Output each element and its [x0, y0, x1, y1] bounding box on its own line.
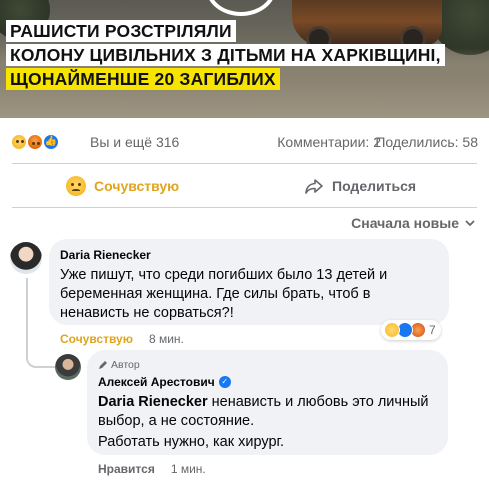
share-arrow-icon	[305, 179, 323, 194]
badge-label: Автор	[111, 359, 140, 371]
reply-like-link[interactable]: Нравится	[98, 462, 155, 476]
headline-line-2: КОЛОНУ ЦИВІЛЬНИХ З ДІТЬМИ НА ХАРКІВЩИНІ,	[6, 44, 445, 66]
care-emoji-icon[interactable]	[10, 133, 28, 151]
reaction-count[interactable]: Вы и ещё 316	[90, 134, 179, 150]
comment-bubble: Daria Rienecker Уже пишут, что среди пог…	[49, 239, 449, 325]
comment-meta: Сочувствую 8 мин.	[60, 332, 184, 346]
reply-text-second: Работать нужно, как хирург.	[98, 434, 285, 450]
post-image[interactable]: РАШИСТИ РОЗСТРІЛЯЛИ КОЛОНУ ЦИВІЛЬНИХ З Д…	[0, 0, 489, 118]
care-face-icon	[66, 176, 86, 196]
reactions-summary: 👍 Вы и ещё 316 Комментарии: 2 Поделились…	[0, 118, 489, 162]
comment-reaction-count: 7	[429, 323, 436, 337]
reply-meta: Нравится 1 мин.	[98, 462, 206, 476]
verified-badge-icon: ✓	[218, 376, 231, 388]
care-button-label: Сочувствую	[94, 178, 180, 194]
divider	[12, 207, 477, 208]
comment-reactions[interactable]: 7	[381, 320, 441, 340]
pen-icon	[99, 361, 107, 369]
divider	[12, 163, 477, 164]
angry-emoji-icon[interactable]	[26, 133, 44, 151]
comment-text: Уже пишут, что среди погибших было 13 де…	[60, 267, 388, 321]
reply-text: Daria Rienecker ненависть и любовь это л…	[98, 393, 438, 431]
sort-label: Сначала новые	[351, 215, 459, 231]
reply-author[interactable]: Алексей Арестович	[98, 375, 215, 389]
comment-care-link[interactable]: Сочувствую	[60, 332, 133, 346]
comment-author[interactable]: Daria Rienecker	[60, 248, 151, 262]
reply-author-row: Алексей Арестович ✓	[98, 375, 231, 389]
share-button-label: Поделиться	[332, 178, 417, 194]
shares-count[interactable]: Поделились: 58	[375, 134, 478, 150]
avatar[interactable]	[55, 354, 81, 380]
like-emoji-icon[interactable]: 👍	[42, 133, 60, 151]
headline-line-1: РАШИСТИ РОЗСТРІЛЯЛИ	[6, 20, 236, 42]
care-emoji-icon	[384, 322, 400, 338]
comment-sort-dropdown[interactable]: Сначала новые	[351, 215, 475, 231]
share-button[interactable]: Поделиться	[304, 168, 416, 204]
care-button[interactable]: Сочувствую	[66, 168, 179, 204]
headline-line-3: ЩОНАЙМЕНШЕ 20 ЗАГИБЛИХ	[6, 68, 280, 90]
comments-count[interactable]: Комментарии: 2	[277, 134, 381, 150]
mention-link[interactable]: Daria Rienecker	[98, 394, 208, 410]
video-ring-icon	[206, 0, 276, 16]
reply-time[interactable]: 1 мин.	[171, 462, 206, 476]
reply-bubble: Автор Алексей Арестович ✓ Daria Rienecke…	[87, 350, 448, 455]
chevron-down-icon	[465, 220, 475, 227]
avatar[interactable]	[10, 242, 42, 274]
comment-time[interactable]: 8 мин.	[149, 332, 184, 346]
burned-car-image	[292, 0, 442, 52]
author-badge: Автор	[98, 359, 140, 371]
